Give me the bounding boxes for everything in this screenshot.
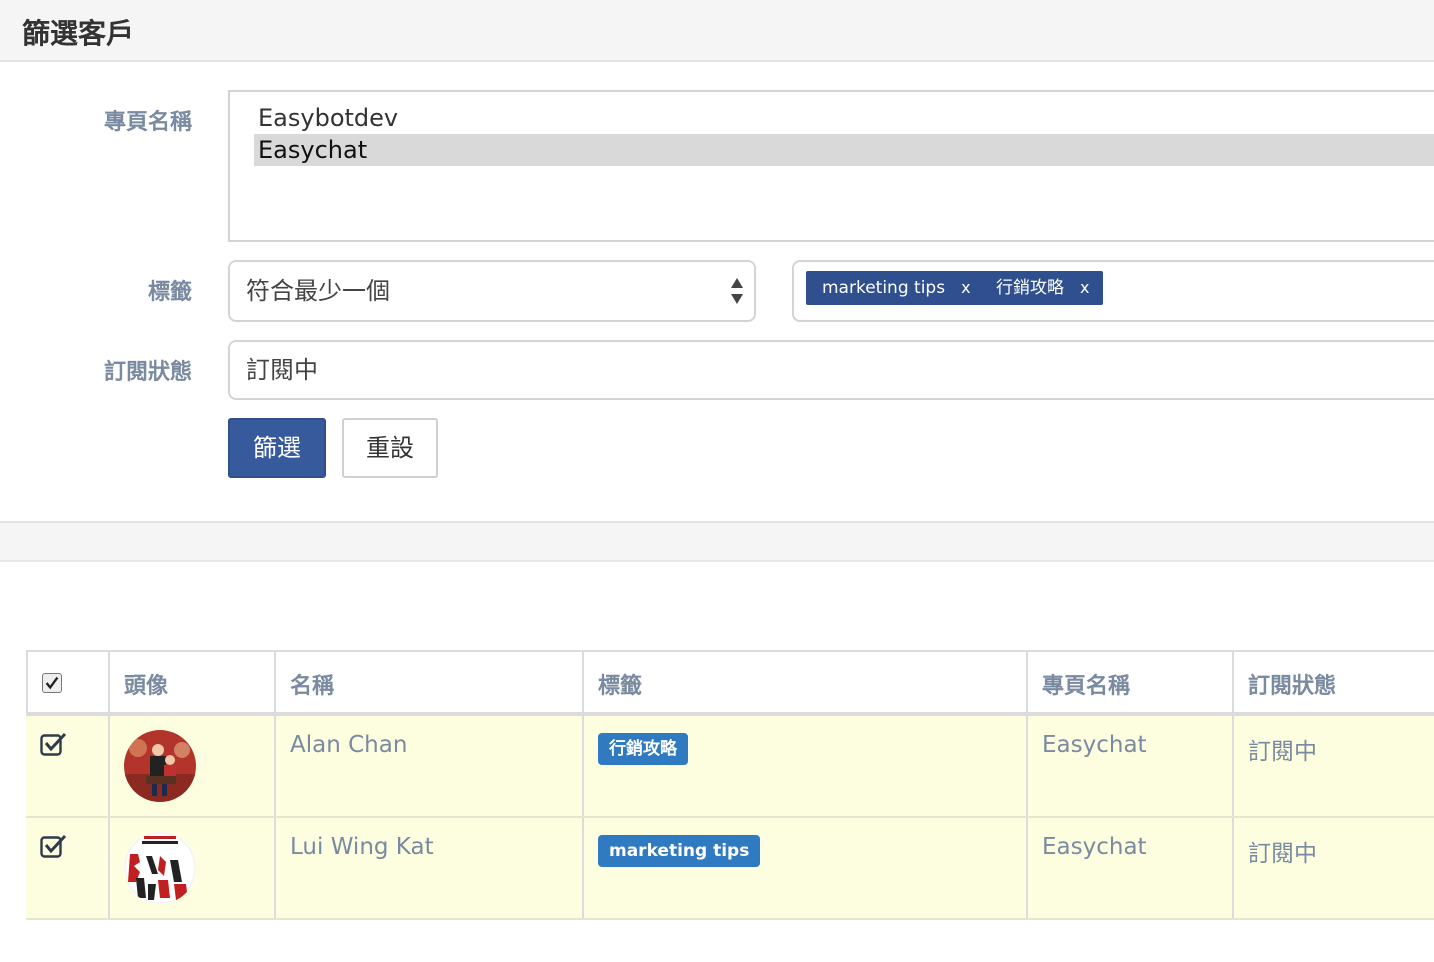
page-name-listbox[interactable]: Easybotdev Easychat bbox=[228, 90, 1434, 242]
row-avatar-cell bbox=[108, 716, 276, 816]
header-page-name[interactable]: 專頁名稱 bbox=[1026, 652, 1234, 712]
tag-chip-marketing-tips: marketing tips x bbox=[806, 271, 985, 305]
subscription-status: 訂閱中 bbox=[1248, 739, 1317, 765]
tag-match-select[interactable]: 符合最少一個 bbox=[228, 260, 756, 322]
table-row[interactable]: Lui Wing Kat marketing tips Easychat 訂閱中 bbox=[26, 818, 1434, 920]
status-input[interactable]: 訂閱中 bbox=[228, 340, 1434, 400]
header-status[interactable]: 訂閱狀態 bbox=[1232, 652, 1434, 712]
tag-badge: marketing tips bbox=[598, 835, 761, 867]
select-all-checkbox[interactable] bbox=[42, 673, 62, 693]
header-name[interactable]: 名稱 bbox=[274, 652, 584, 712]
page-name: Easychat bbox=[1042, 732, 1147, 758]
filter-button[interactable]: 篩選 bbox=[228, 418, 326, 478]
chip-remove-icon[interactable]: x bbox=[1080, 271, 1089, 305]
row-page-cell: Easychat bbox=[1026, 818, 1234, 918]
table-row[interactable]: Alan Chan 行銷攻略 Easychat 訂閱中 bbox=[26, 716, 1434, 818]
tag-match-value: 符合最少一個 bbox=[246, 277, 390, 305]
row-select-cell bbox=[26, 716, 110, 816]
select-arrows-icon bbox=[731, 278, 743, 304]
row-page-cell: Easychat bbox=[1026, 716, 1234, 816]
row-name-cell: Lui Wing Kat bbox=[274, 818, 584, 918]
row-tags-cell: 行銷攻略 bbox=[582, 716, 1028, 816]
band-logo-avatar bbox=[124, 832, 196, 904]
reset-button[interactable]: 重設 bbox=[342, 418, 438, 478]
panel-header: 篩選客戶 bbox=[0, 0, 1434, 62]
page-option-easychat[interactable]: Easychat bbox=[254, 134, 1434, 166]
header-avatar[interactable]: 頭像 bbox=[108, 652, 276, 712]
row-status-cell: 訂閱中 bbox=[1232, 716, 1434, 816]
customer-name[interactable]: Alan Chan bbox=[290, 732, 407, 758]
tag-chips-input[interactable]: marketing tips x 行銷攻略 x bbox=[792, 260, 1434, 322]
row-checkbox-checked-icon[interactable] bbox=[40, 732, 68, 756]
tag-chip-label: 行銷攻略 bbox=[996, 278, 1064, 298]
table-header-row: 頭像 名稱 標籤 專頁名稱 訂閱狀態 bbox=[26, 650, 1434, 716]
page-name-label: 專頁名稱 bbox=[103, 110, 192, 135]
tag-badge: 行銷攻略 bbox=[598, 733, 688, 765]
row-name-cell: Alan Chan bbox=[274, 716, 584, 816]
status-label: 訂閱狀態 bbox=[103, 360, 192, 385]
header-tags[interactable]: 標籤 bbox=[582, 652, 1028, 712]
row-select-cell bbox=[26, 818, 110, 918]
tag-chip-marketing-strategy: 行銷攻略 x bbox=[980, 271, 1104, 305]
row-checkbox-checked-icon[interactable] bbox=[40, 834, 68, 858]
header-select-cell bbox=[26, 652, 110, 712]
section-divider bbox=[0, 521, 1434, 562]
customer-name[interactable]: Lui Wing Kat bbox=[290, 834, 434, 860]
row-tags-cell: marketing tips bbox=[582, 818, 1028, 918]
row-status-cell: 訂閱中 bbox=[1232, 818, 1434, 918]
subscription-status: 訂閱中 bbox=[1248, 841, 1317, 867]
row-avatar-cell bbox=[108, 818, 276, 918]
family-photo-avatar bbox=[124, 730, 196, 802]
panel-title: 篩選客戶 bbox=[22, 17, 135, 50]
chip-remove-icon[interactable]: x bbox=[961, 271, 970, 305]
tags-label: 標籤 bbox=[147, 280, 192, 305]
page-name: Easychat bbox=[1042, 834, 1147, 860]
tag-chip-label: marketing tips bbox=[822, 278, 946, 298]
page-option-easybotdev[interactable]: Easybotdev bbox=[254, 102, 1434, 134]
